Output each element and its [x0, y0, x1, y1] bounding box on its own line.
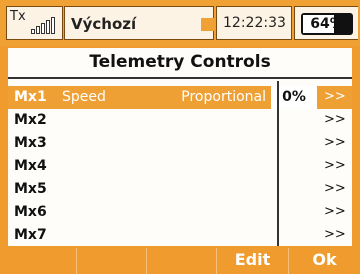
chevron-double-right-icon[interactable]: >>: [324, 181, 346, 196]
softkey-f2-button[interactable]: [76, 248, 146, 274]
list-item-mx2[interactable]: Mx2 >>: [8, 109, 352, 132]
softkey-f1-button[interactable]: [6, 248, 76, 274]
row-name: Mx2: [14, 112, 47, 128]
battery-cell: 64%: [294, 6, 358, 40]
row-name: Mx4: [14, 158, 47, 174]
signal-bars-icon: [31, 17, 55, 34]
clock-time: 12:22:33: [223, 15, 286, 31]
row-mode: Proportional: [181, 89, 266, 105]
model-status-square-icon: [201, 18, 214, 31]
model-name: Výchozí: [71, 15, 137, 33]
list-item-mx7[interactable]: Mx7 >>: [8, 224, 352, 246]
row-name: Mx6: [14, 204, 47, 220]
row-name: Mx1: [14, 89, 47, 105]
signal-indicator: Tx: [6, 6, 63, 40]
list-item-mx3[interactable]: Mx3 >>: [8, 132, 352, 155]
chevron-double-right-icon[interactable]: >>: [324, 204, 346, 219]
model-name-cell: Výchozí: [64, 6, 214, 40]
battery-percent: 64%: [310, 16, 344, 32]
chevron-double-right-icon[interactable]: >>: [324, 112, 346, 127]
softkey-bar: Edit Ok: [0, 246, 360, 274]
chevron-double-right-icon[interactable]: >>: [324, 227, 346, 242]
clock-cell: 12:22:33: [216, 6, 292, 40]
edit-button[interactable]: Edit: [216, 248, 288, 274]
telemetry-controls-panel: Telemetry Controls Mx1 Speed Proportiona…: [8, 48, 352, 246]
ok-button[interactable]: Ok: [288, 248, 360, 274]
battery-icon: 64%: [301, 13, 353, 35]
tx-label: Tx: [10, 9, 26, 24]
page-title: Telemetry Controls: [89, 52, 271, 72]
column-divider: [277, 81, 279, 246]
chevron-double-right-icon[interactable]: >>: [324, 135, 346, 150]
row-name: Mx5: [14, 181, 47, 197]
row-name: Mx3: [14, 135, 47, 151]
chevron-double-right-icon[interactable]: >>: [324, 89, 346, 104]
row-sensor: Speed: [62, 89, 106, 105]
list-item-mx4[interactable]: Mx4 >>: [8, 155, 352, 178]
title-divider: [8, 77, 352, 79]
row-name: Mx7: [14, 227, 47, 243]
chevron-double-right-icon[interactable]: >>: [324, 158, 346, 173]
status-bar: Tx Výchozí 12:22:33 64%: [0, 0, 360, 46]
list-item-mx1[interactable]: Mx1 Speed Proportional 0% >>: [8, 86, 352, 109]
list-item-mx5[interactable]: Mx5 >>: [8, 178, 352, 201]
softkey-f3-button[interactable]: [146, 248, 216, 274]
list-item-mx6[interactable]: Mx6 >>: [8, 201, 352, 224]
